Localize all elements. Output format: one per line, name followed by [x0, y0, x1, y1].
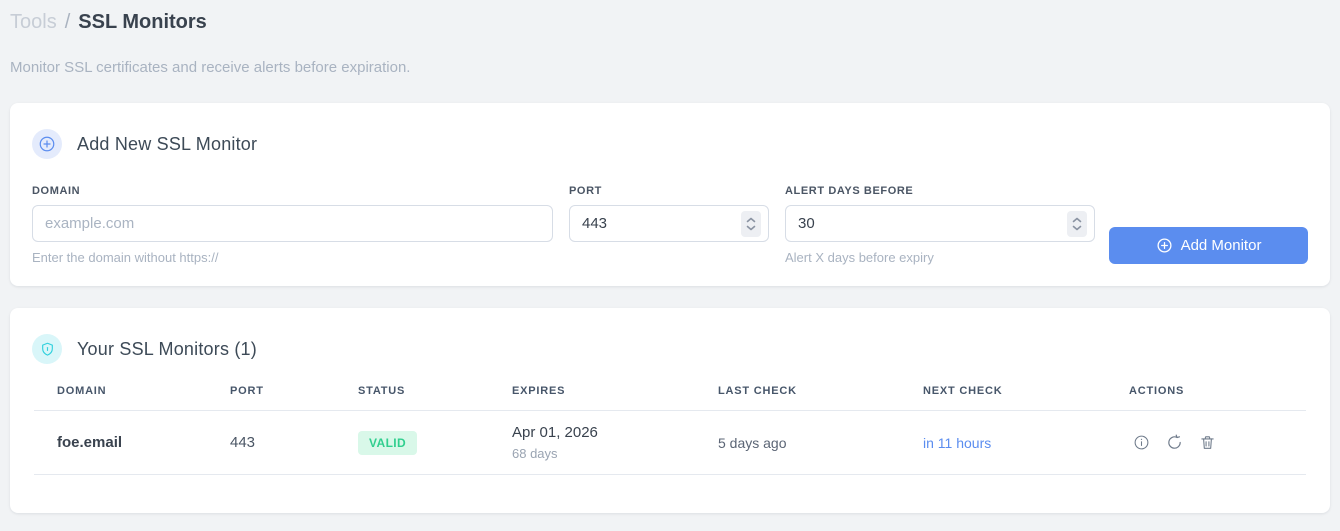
alert-days-field-group: ALERT DAYS BEFORE Alert X days before ex…	[785, 185, 1095, 265]
alert-days-label: ALERT DAYS BEFORE	[785, 185, 914, 197]
add-monitor-button-label: Add Monitor	[1180, 237, 1262, 254]
port-label: PORT	[569, 185, 602, 197]
monitor-expires-cell: Apr 01, 2026 68 days	[489, 424, 695, 461]
domain-helper: Enter the domain without https://	[32, 250, 219, 265]
monitors-table: DOMAIN PORT STATUS EXPIRES LAST CHECK NE…	[34, 385, 1306, 475]
monitor-status-cell: VALID	[335, 430, 489, 455]
monitor-expires-days: 68 days	[512, 446, 558, 461]
monitor-actions	[1106, 434, 1306, 451]
domain-label: DOMAIN	[32, 185, 81, 197]
domain-input[interactable]	[32, 205, 553, 242]
submit-column: Add Monitor	[1109, 185, 1308, 265]
port-stepper[interactable]	[741, 210, 761, 237]
monitor-port: 443	[230, 434, 256, 451]
add-monitor-button[interactable]: Add Monitor	[1109, 227, 1308, 264]
monitor-next-check: in 11 hours	[923, 434, 992, 451]
refresh-icon[interactable]	[1166, 434, 1183, 451]
domain-field-group: DOMAIN Enter the domain without https://	[32, 185, 553, 265]
ssl-monitors-card-header: Your SSL Monitors (1)	[32, 334, 1308, 364]
monitor-last-check: 5 days ago	[718, 434, 787, 451]
table-row: foe.email 443 VALID Apr 01, 2026 68 days…	[34, 411, 1306, 475]
plus-circle-icon	[32, 129, 62, 159]
page-title: SSL Monitors	[78, 11, 207, 33]
col-header-domain: DOMAIN	[57, 385, 107, 397]
page-subtitle: Monitor SSL certificates and receive ale…	[10, 59, 411, 76]
info-icon[interactable]	[1133, 434, 1150, 451]
shield-icon	[32, 334, 62, 364]
add-monitor-card-title: Add New SSL Monitor	[77, 133, 258, 154]
add-monitor-card: Add New SSL Monitor DOMAIN Enter the dom…	[10, 103, 1330, 286]
add-monitor-card-header: Add New SSL Monitor	[32, 129, 1308, 159]
col-header-expires: EXPIRES	[512, 385, 566, 397]
col-header-actions: ACTIONS	[1129, 385, 1185, 397]
port-field-group: PORT	[569, 185, 769, 265]
page-header: Tools / SSL Monitors Monitor SSL certifi…	[0, 0, 1340, 76]
breadcrumb-tools-link[interactable]: Tools	[10, 8, 57, 36]
monitor-expires-date: Apr 01, 2026	[512, 424, 598, 441]
breadcrumb-separator: /	[64, 11, 71, 33]
col-header-next-check: NEXT CHECK	[923, 385, 1003, 397]
monitors-table-header: DOMAIN PORT STATUS EXPIRES LAST CHECK NE…	[34, 385, 1306, 411]
ssl-monitors-card: Your SSL Monitors (1) DOMAIN PORT STATUS…	[10, 308, 1330, 513]
col-header-last-check: LAST CHECK	[718, 385, 797, 397]
breadcrumb: Tools / SSL Monitors	[10, 8, 1330, 36]
alert-days-input[interactable]	[785, 205, 1095, 242]
monitor-domain: foe.email	[57, 434, 123, 451]
plus-circle-icon	[1156, 237, 1173, 254]
col-header-status: STATUS	[358, 385, 406, 397]
status-badge: VALID	[358, 430, 418, 455]
port-input[interactable]	[569, 205, 769, 242]
alert-days-helper: Alert X days before expiry	[785, 250, 934, 265]
col-header-port: PORT	[230, 385, 264, 397]
add-monitor-form: DOMAIN Enter the domain without https://…	[32, 185, 1308, 265]
alert-days-stepper[interactable]	[1067, 210, 1087, 237]
trash-icon[interactable]	[1199, 434, 1216, 451]
ssl-monitors-card-title: Your SSL Monitors (1)	[77, 338, 257, 359]
